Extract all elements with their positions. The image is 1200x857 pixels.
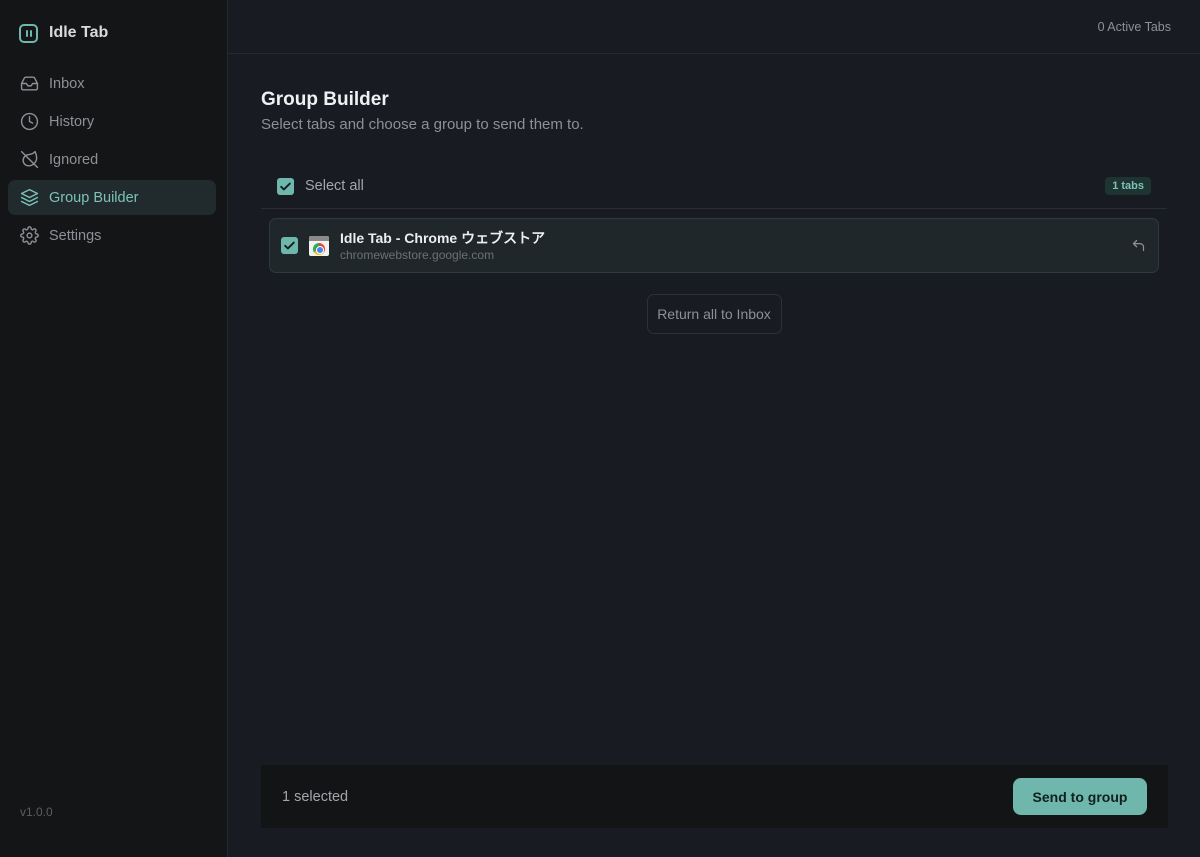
sidebar: Idle Tab Inbox History Ignored Group Bui… — [0, 0, 228, 857]
selected-count: 1 selected — [282, 788, 349, 805]
page-title: Group Builder — [261, 89, 389, 110]
pause-logo-icon — [19, 23, 38, 43]
clock-icon — [20, 112, 39, 131]
sidebar-item-label: History — [49, 113, 95, 130]
action-footer: 1 selected Send to group — [261, 765, 1168, 828]
main-panel: 0 Active Tabs Group Builder Select tabs … — [228, 0, 1200, 857]
tab-text: Idle Tab - Chrome ウェブストア chromewebstore.… — [340, 229, 545, 262]
app-name: Idle Tab — [49, 24, 109, 41]
sidebar-nav: Inbox History Ignored Group Builder Sett… — [0, 66, 227, 253]
sidebar-item-ignored[interactable]: Ignored — [8, 142, 216, 177]
group-builder-content: Group Builder Select tabs and choose a g… — [228, 54, 1200, 334]
topbar: 0 Active Tabs — [228, 0, 1200, 54]
sidebar-item-label: Group Builder — [49, 189, 139, 206]
select-all-row: Select all 1 tabs — [261, 176, 1167, 209]
return-to-inbox-icon[interactable] — [1131, 238, 1146, 253]
check-icon — [280, 182, 291, 190]
chrome-web-store-icon — [309, 235, 329, 256]
app-root: Idle Tab Inbox History Ignored Group Bui… — [0, 0, 1200, 857]
page-subtitle: Select tabs and choose a group to send t… — [261, 116, 584, 133]
gear-icon — [20, 226, 39, 245]
inbox-icon — [20, 76, 39, 91]
return-all-button[interactable]: Return all to Inbox — [646, 294, 782, 334]
layers-icon — [20, 188, 39, 207]
tab-checkbox[interactable] — [281, 237, 298, 254]
brand: Idle Tab — [0, 0, 227, 66]
tab-url: chromewebstore.google.com — [340, 248, 495, 262]
check-icon — [284, 241, 295, 250]
sidebar-item-history[interactable]: History — [8, 104, 216, 139]
ignored-icon — [20, 150, 39, 169]
select-all-label[interactable]: Select all — [305, 178, 364, 194]
tab-list-item[interactable]: Idle Tab - Chrome ウェブストア chromewebstore.… — [269, 218, 1159, 273]
sidebar-item-inbox[interactable]: Inbox — [8, 66, 216, 101]
send-to-group-button[interactable]: Send to group — [1013, 778, 1147, 815]
tab-count-badge: 1 tabs — [1105, 177, 1151, 195]
version-label: v1.0.0 — [20, 805, 53, 819]
sidebar-item-settings[interactable]: Settings — [8, 218, 216, 253]
sidebar-item-label: Inbox — [49, 75, 85, 92]
select-all-checkbox[interactable] — [277, 177, 294, 195]
tab-title: Idle Tab - Chrome ウェブストア — [340, 230, 546, 246]
sidebar-item-group-builder[interactable]: Group Builder — [8, 180, 216, 215]
active-tabs-count: 0 Active Tabs — [1097, 19, 1171, 34]
sidebar-item-label: Ignored — [49, 151, 99, 168]
sidebar-item-label: Settings — [49, 227, 102, 244]
